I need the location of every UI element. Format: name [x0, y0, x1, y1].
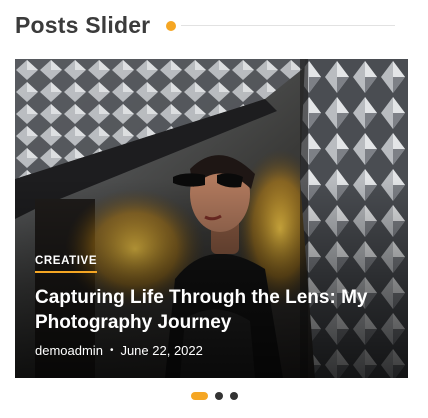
post-date[interactable]: June 22, 2022: [120, 343, 202, 358]
pagination-dot-3[interactable]: [229, 392, 238, 400]
post-meta: demoadmin • June 22, 2022: [35, 343, 388, 358]
category-badge[interactable]: CREATIVE: [35, 255, 98, 273]
post-title-link[interactable]: Capturing Life Through the Lens: My Phot…: [35, 285, 388, 335]
slider-pagination: [0, 391, 428, 401]
meta-separator: •: [109, 345, 114, 356]
pagination-dot-1[interactable]: [190, 392, 208, 400]
posts-slider[interactable]: CREATIVE Capturing Life Through the Lens…: [15, 59, 408, 378]
widget-title: Posts Slider: [15, 12, 151, 38]
title-divider-line: [181, 25, 395, 26]
pagination-dot-2[interactable]: [214, 392, 223, 400]
slide-content: CREATIVE Capturing Life Through the Lens…: [35, 251, 388, 358]
title-accent-dot: [166, 21, 176, 31]
post-author-link[interactable]: demoadmin: [35, 343, 103, 358]
widget-header: Posts Slider: [15, 10, 395, 42]
